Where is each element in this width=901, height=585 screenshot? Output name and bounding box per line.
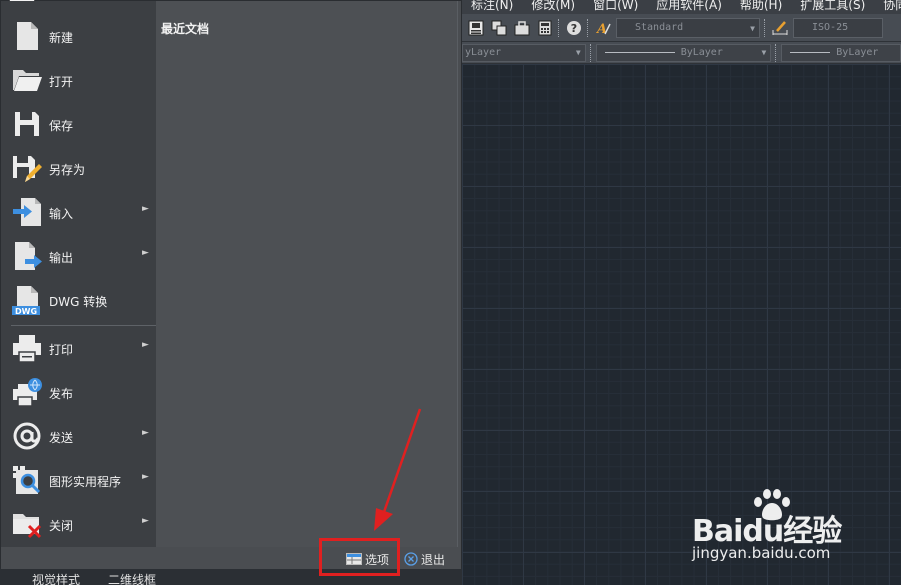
watermark-url: jingyan.baidu.com xyxy=(692,544,831,562)
baidu-jingyan-watermark: Baidu经验 jingyan.baidu.com xyxy=(690,488,890,568)
